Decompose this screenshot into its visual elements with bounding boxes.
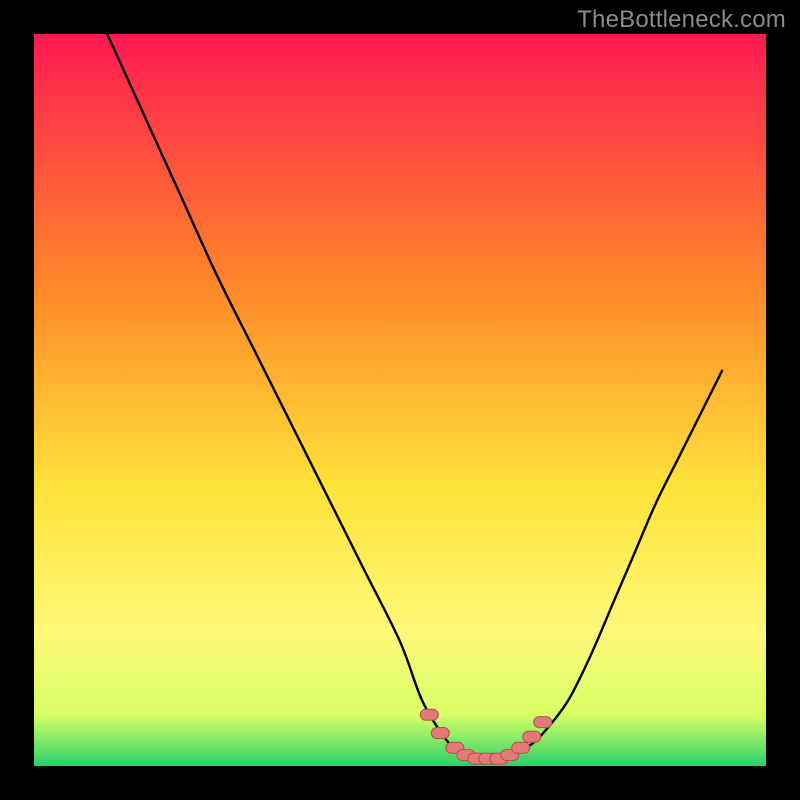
- curve-marker: [534, 717, 552, 728]
- chart-gradient-panel: [34, 34, 766, 766]
- curve-marker: [431, 728, 449, 739]
- bottleneck-chart: [0, 0, 800, 800]
- curve-marker: [512, 742, 530, 753]
- watermark-label: TheBottleneck.com: [577, 6, 786, 34]
- curve-marker: [420, 709, 438, 720]
- curve-marker: [523, 731, 541, 742]
- chart-stage: TheBottleneck.com: [0, 0, 800, 800]
